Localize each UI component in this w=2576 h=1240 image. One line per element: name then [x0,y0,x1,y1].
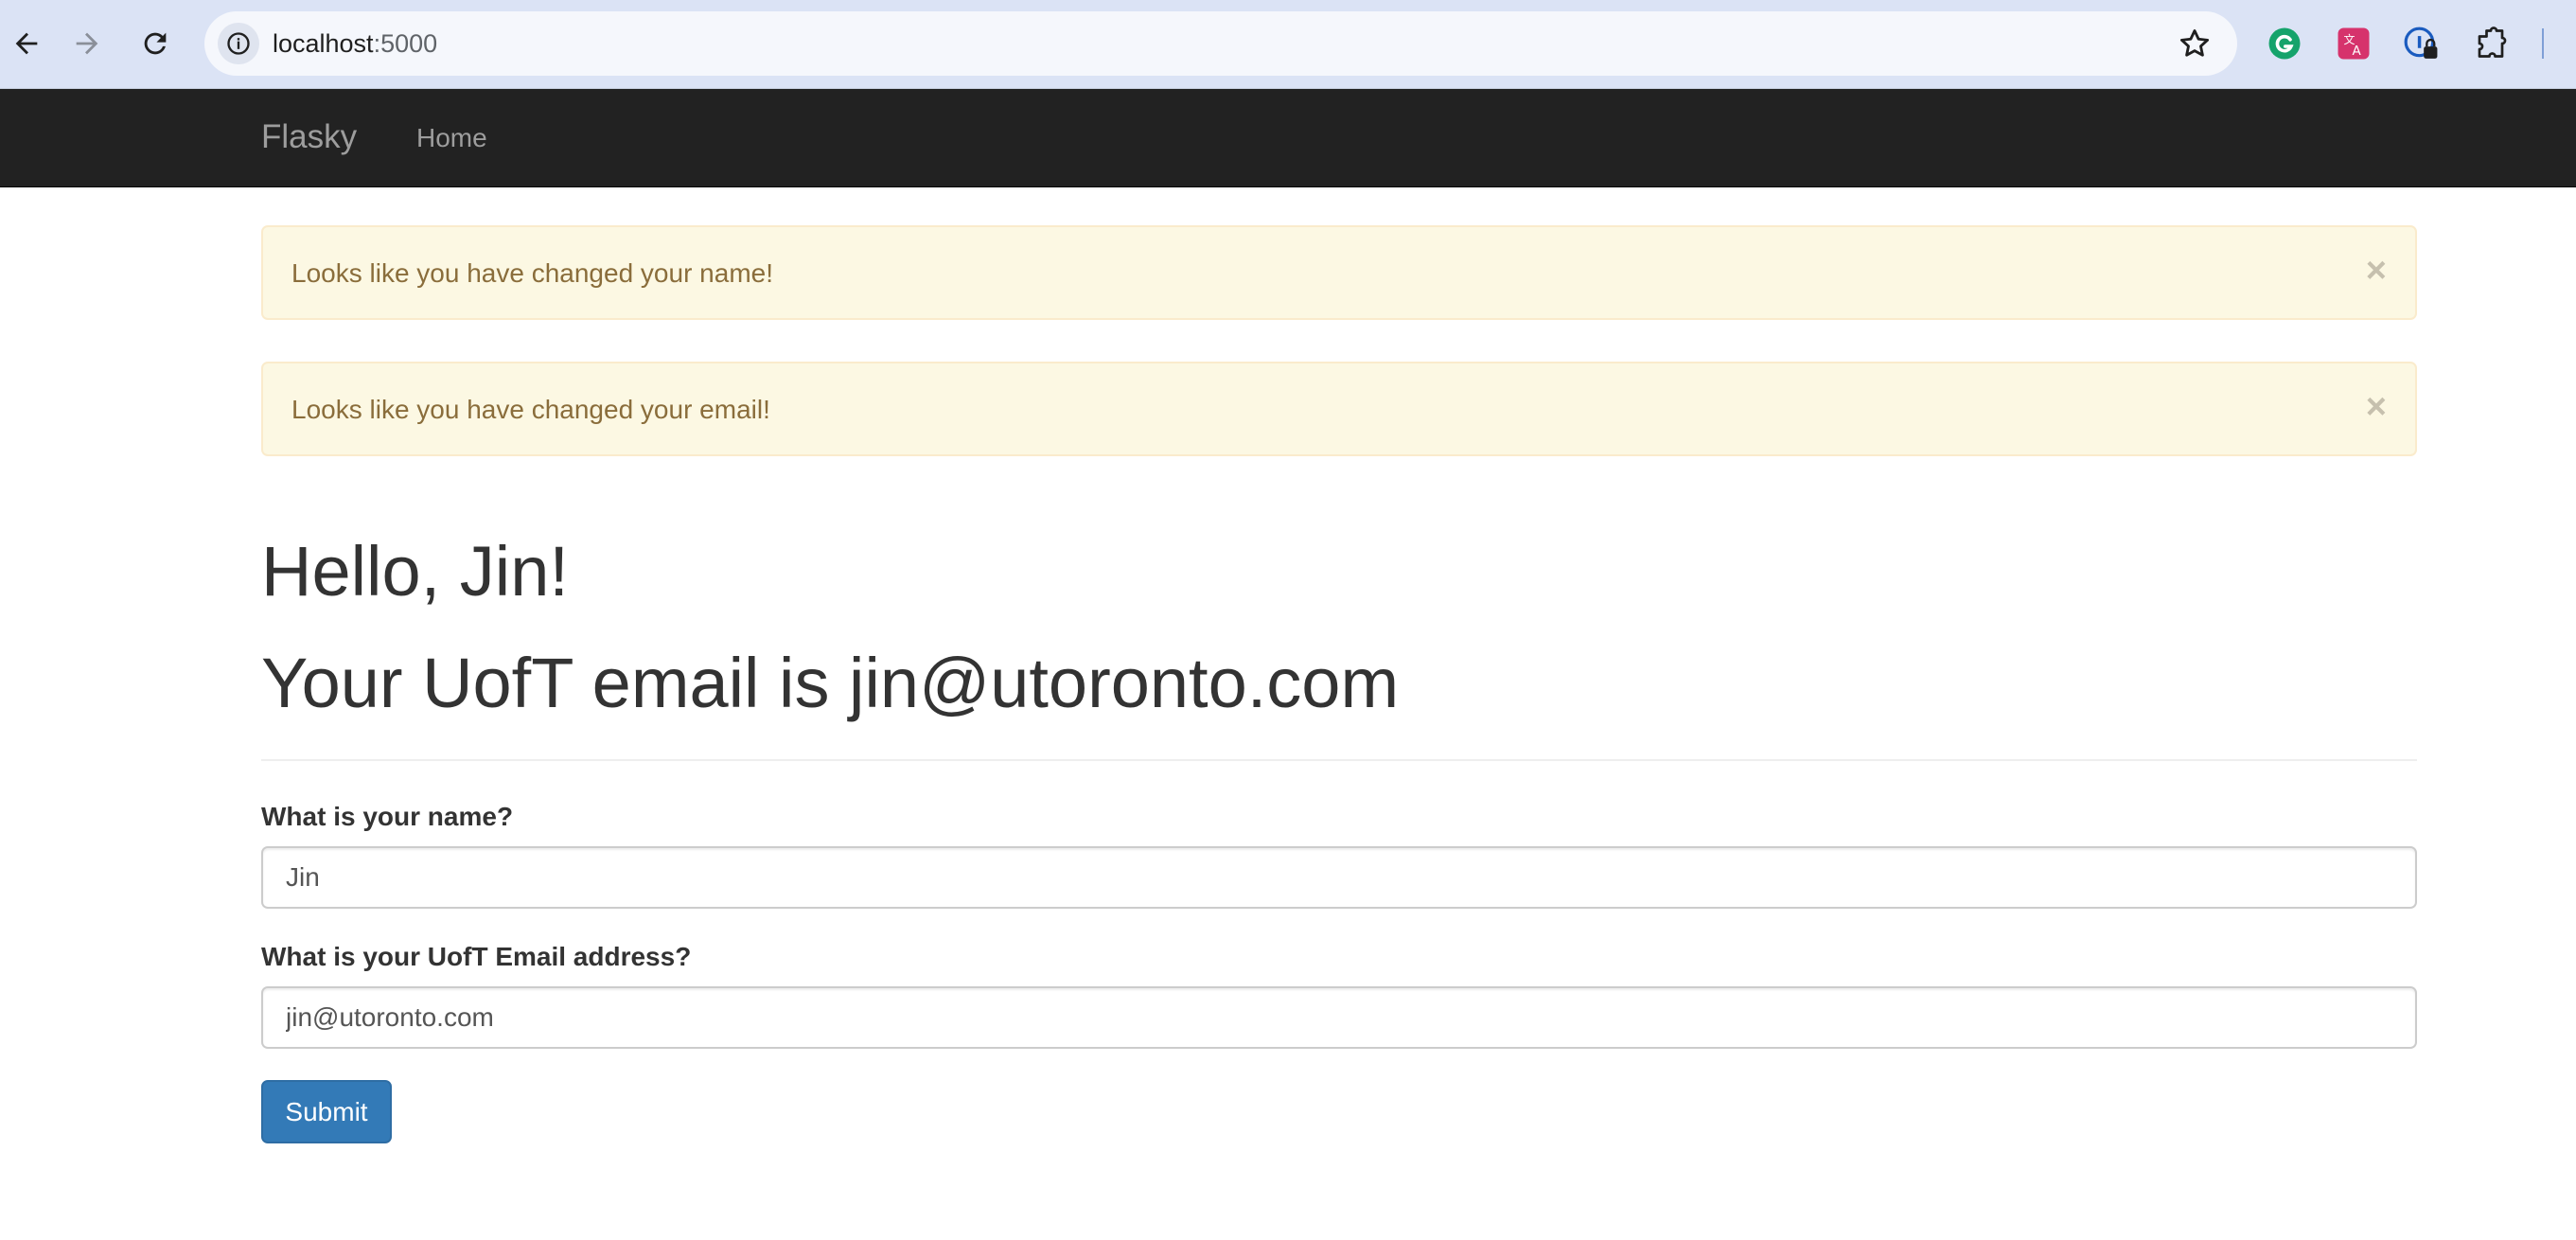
back-arrow-icon [15,32,38,55]
forward-arrow-icon [76,32,98,55]
toolbar-separator [2542,28,2544,59]
close-icon[interactable]: × [2366,250,2387,292]
translate-icon[interactable]: 文A [2333,23,2374,64]
close-icon[interactable]: × [2366,386,2387,428]
brand-link[interactable]: Flasky [261,116,357,158]
address-bar[interactable]: localhost:5000 [204,11,2237,76]
email-input[interactable] [261,986,2417,1049]
star-icon[interactable] [2177,26,2213,62]
password-manager-icon[interactable] [2400,23,2442,64]
site-navbar: Flasky Home [0,89,2576,187]
alert-message: Looks like you have changed your name! [291,258,773,288]
info-icon[interactable] [218,23,259,64]
url-port: :5000 [373,29,438,58]
puzzle-extensions-icon[interactable] [2470,23,2512,64]
svg-text:A: A [2353,44,2362,59]
email-label: What is your UofT Email address? [261,942,692,971]
alert-warning: Looks like you have changed your email! … [261,362,2417,456]
name-label: What is your name? [261,802,514,831]
browser-toolbar: localhost:5000 文A [0,0,2576,89]
alert-message: Looks like you have changed your email! [291,395,770,424]
url-host: localhost [273,29,374,58]
alert-warning: Looks like you have changed your name! × [261,225,2417,320]
url-text[interactable]: localhost:5000 [273,27,437,61]
grammarly-icon[interactable] [2264,23,2305,64]
header-divider [261,759,2417,761]
reload-button[interactable] [129,17,182,70]
reload-icon [144,32,167,55]
submit-button[interactable]: Submit [261,1080,392,1143]
email-heading: Your UofT email is jin@utoronto.com [261,644,1400,722]
forward-button[interactable] [61,17,114,70]
page-title: Hello, Jin! [261,532,569,611]
name-input[interactable] [261,846,2417,909]
back-button[interactable] [0,17,53,70]
nav-link-home[interactable]: Home [416,120,487,156]
